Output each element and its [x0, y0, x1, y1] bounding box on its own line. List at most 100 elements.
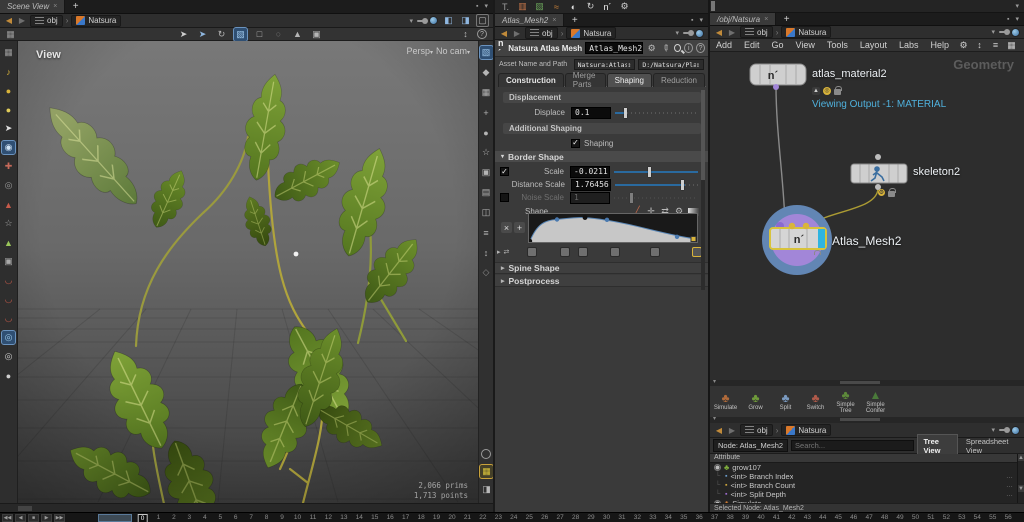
noise-scale-checkbox[interactable]: ✓: [500, 193, 509, 202]
shelf-tool-simulate[interactable]: ♣Simulate: [712, 392, 739, 412]
volume-icon[interactable]: ♪: [2, 65, 15, 78]
snapshot-frame-icon[interactable]: ▢: [476, 14, 489, 27]
row-options-button[interactable]: …: [1006, 491, 1014, 498]
close-icon[interactable]: ×: [764, 16, 768, 23]
path-dropdown-icon[interactable]: [675, 29, 679, 37]
network-canvas[interactable]: Geometry n´: [710, 52, 1024, 380]
menu-view[interactable]: View: [790, 40, 821, 50]
timeline-tick[interactable]: 40: [757, 514, 764, 521]
timeline-tick[interactable]: 19: [433, 514, 440, 521]
timeline-tick[interactable]: 32: [634, 514, 641, 521]
breadcrumb-root[interactable]: obj: [740, 424, 773, 436]
timeline-tick[interactable]: 39: [742, 514, 749, 521]
pane-dropdown-icon[interactable]: [1015, 3, 1021, 10]
pose-icon[interactable]: ◎: [2, 179, 15, 192]
close-icon[interactable]: ×: [53, 3, 57, 10]
snap-grid-magnet-icon[interactable]: ◡: [2, 274, 15, 287]
timeline-tick[interactable]: 53: [958, 514, 965, 521]
timeline-tick[interactable]: 50: [912, 514, 919, 521]
shelf-recook-icon[interactable]: ↻: [584, 0, 597, 13]
pane-dropdown-icon[interactable]: [699, 17, 705, 24]
noise-scale-field[interactable]: 1: [570, 192, 610, 204]
row-options-button[interactable]: …: [1006, 473, 1014, 480]
select-arrow-icon[interactable]: ➤: [2, 122, 15, 135]
select-ring-icon[interactable]: ○: [272, 28, 285, 41]
select-arrow-icon[interactable]: ➤: [177, 28, 190, 41]
shaping-checkbox[interactable]: ✓: [571, 139, 580, 148]
shelf-tool-simple-tree[interactable]: ♣Simple Tree: [832, 389, 859, 415]
shelf-tool-grow[interactable]: ♣Grow: [742, 392, 769, 412]
timeline-tick[interactable]: 11: [310, 514, 317, 521]
timeline-tick[interactable]: 9: [280, 514, 284, 521]
ramp-handle[interactable]: [578, 247, 588, 257]
timeline-tick[interactable]: 20: [448, 514, 455, 521]
info-icon[interactable]: i: [684, 43, 693, 53]
param-tab-merge-parts[interactable]: Merge Parts: [565, 73, 606, 87]
frame-view-icon[interactable]: ◨: [480, 483, 493, 496]
timeline-tick[interactable]: 7: [249, 514, 253, 521]
snap-toggle-icon[interactable]: ▧: [480, 46, 493, 59]
back-icon[interactable]: ◀: [4, 16, 14, 25]
grid-snap-icon[interactable]: ▦: [1005, 39, 1018, 52]
timeline-tick[interactable]: 15: [371, 514, 378, 521]
scale-slider[interactable]: [614, 166, 698, 178]
grid-dots-icon[interactable]: ▦: [2, 46, 15, 59]
noise-scale-slider[interactable]: [614, 192, 698, 204]
menu-layout[interactable]: Layout: [854, 40, 893, 50]
timeline-tick[interactable]: 51: [927, 514, 934, 521]
group-list-icon[interactable]: ≡: [480, 226, 493, 239]
spine-shape-section[interactable]: ▸Spine Shape: [495, 262, 708, 274]
timeline-tick[interactable]: 10: [294, 514, 301, 521]
timeline-tick[interactable]: 5: [218, 514, 222, 521]
grid-ref-icon[interactable]: ▤: [480, 186, 493, 199]
timeline-tick[interactable]: 3: [188, 514, 192, 521]
param-tab-reduction[interactable]: Reduction: [653, 73, 705, 87]
brush-icon[interactable]: ✎: [657, 39, 674, 56]
handles-icon[interactable]: ✚: [2, 160, 15, 173]
postprocess-section[interactable]: ▸Postprocess: [495, 275, 708, 287]
forward-icon[interactable]: ▶: [727, 28, 737, 37]
snap-memory-box[interactable]: [18, 506, 32, 511]
help-icon[interactable]: ?: [696, 43, 705, 53]
path-dropdown-icon[interactable]: [991, 28, 995, 36]
breadcrumb-root[interactable]: obj: [525, 27, 558, 39]
menu-labs[interactable]: Labs: [893, 40, 925, 50]
timeline-tick[interactable]: 17: [402, 514, 409, 521]
spray-icon[interactable]: ▲: [291, 28, 304, 41]
normals-icon[interactable]: +: [480, 106, 493, 119]
timeline-tick[interactable]: 37: [711, 514, 718, 521]
camera-select-button[interactable]: No cam: [436, 46, 470, 56]
tree-row[interactable]: ♣grow107: [710, 463, 1024, 472]
snapshot-icon[interactable]: ▣: [310, 28, 323, 41]
bell-icon[interactable]: ●: [2, 84, 15, 97]
timeline-tick[interactable]: 46: [850, 514, 857, 521]
grid-display-icon[interactable]: ▦: [480, 465, 493, 478]
viewport-3d[interactable]: View Persp No cam 2,066 prims 1,713 poin…: [18, 41, 478, 503]
additional-shaping-header[interactable]: Additional Shaping: [503, 123, 701, 134]
camera-b-icon[interactable]: ◨: [459, 14, 472, 27]
timeline-tick[interactable]: 30: [603, 514, 610, 521]
sync-icon[interactable]: ↕: [459, 28, 472, 41]
snap-multi-magnet-icon[interactable]: ◡: [2, 312, 15, 325]
link-globe-icon[interactable]: [1011, 426, 1020, 435]
snap-point-magnet-icon[interactable]: ◡: [2, 293, 15, 306]
timeline-tick[interactable]: 47: [866, 514, 873, 521]
jet-icon[interactable]: ▲: [2, 198, 15, 211]
timeline-tick[interactable]: 43: [804, 514, 811, 521]
maximize-icon[interactable]: [691, 17, 695, 24]
tree-row[interactable]: └▪<int> Branch Count…: [710, 481, 1024, 490]
border-shape-section[interactable]: Border Shape: [495, 151, 708, 162]
ramp-add-button[interactable]: +: [514, 222, 525, 233]
shelf-tool-simple-conifer[interactable]: ▲Simple Conifer: [862, 389, 889, 415]
forward-icon[interactable]: ▶: [727, 426, 737, 435]
ramp-handle[interactable]: [560, 247, 570, 257]
timeline-tick[interactable]: 48: [881, 514, 888, 521]
shelf-moon-icon[interactable]: ◐: [567, 0, 580, 13]
camera-a-icon[interactable]: ◧: [442, 14, 455, 27]
viewport-help-icon[interactable]: [481, 449, 491, 459]
tree-row[interactable]: └▪<int> Split Depth…: [710, 490, 1024, 499]
timeline-tick[interactable]: 33: [649, 514, 656, 521]
window-icon[interactable]: ▣: [2, 255, 15, 268]
param-tab-construction[interactable]: Construction: [498, 73, 564, 87]
timeline-tick[interactable]: 25: [526, 514, 533, 521]
